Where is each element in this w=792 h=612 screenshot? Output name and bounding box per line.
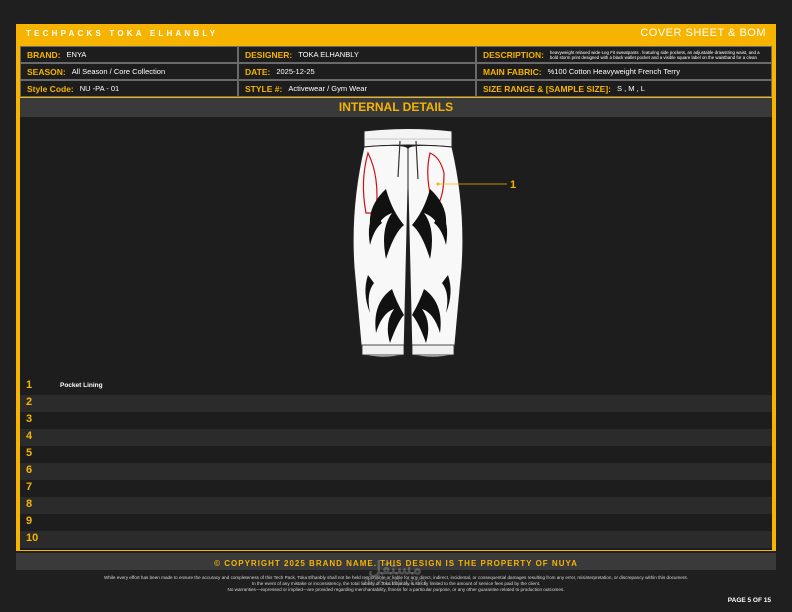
sketch-canvas: 1 <box>20 117 772 376</box>
description-label: DESCRIPTION: <box>483 49 544 60</box>
top-bar: TECHPACKS TOKA ELHANBLY COVER SHEET & BO… <box>16 24 776 44</box>
size-range-cell: SIZE RANGE & [SAMPLE SIZE]: S , M , L <box>476 80 772 97</box>
watermark-url: mostaql.com <box>363 576 427 588</box>
list-item: 9 <box>20 514 772 531</box>
row-number: 1 <box>26 379 33 391</box>
style-code-cell: Style Code: NU -PA - 01 <box>20 80 238 97</box>
list-item: 7 <box>20 480 772 497</box>
season-value: All Season / Core Collection <box>71 67 166 76</box>
style-number-value: Activewear / Gym Wear <box>288 84 367 93</box>
size-range-value: S , M , L <box>616 84 645 93</box>
details-list: 1 Pocket Lining 2 3 4 5 6 7 8 9 10 <box>20 376 772 550</box>
fabric-value: %100 Cotton Heavyweight French Terry <box>547 67 680 76</box>
fabric-cell: MAIN FABRIC: %100 Cotton Heavyweight Fre… <box>476 63 772 80</box>
date-cell: DATE: 2025-12-25 <box>238 63 476 80</box>
style-number-cell: STYLE #: Activewear / Gym Wear <box>238 80 476 97</box>
list-item: 3 <box>20 412 772 429</box>
techpack-title: TECHPACKS TOKA ELHANBLY <box>26 29 219 38</box>
style-number-label: STYLE #: <box>245 83 283 94</box>
style-code-label: Style Code: <box>27 83 74 94</box>
techpack-frame: TECHPACKS TOKA ELHANBLY COVER SHEET & BO… <box>16 24 776 551</box>
designer-cell: DESIGNER: TOKA ELHANBLY <box>238 46 476 63</box>
row-number: 6 <box>26 464 33 476</box>
date-label: DATE: <box>245 66 271 77</box>
list-item: 5 <box>20 446 772 463</box>
pants-outline <box>352 128 464 358</box>
row-number: 2 <box>26 396 33 408</box>
row-number: 7 <box>26 481 33 493</box>
fabric-label: MAIN FABRIC: <box>483 66 542 77</box>
date-value: 2025-12-25 <box>276 67 315 76</box>
size-range-label: SIZE RANGE & [SAMPLE SIZE]: <box>483 83 611 94</box>
row-number: 5 <box>26 447 33 459</box>
style-code-value: NU -PA - 01 <box>79 84 120 93</box>
page-number: PAGE 5 OF 15 <box>727 597 771 604</box>
row-number: 8 <box>26 498 33 510</box>
section-title: INTERNAL DETAILS <box>338 100 454 114</box>
row-text: Pocket Lining <box>60 382 103 389</box>
description-cell: DESCRIPTION: heavyweight relaxed wide-Le… <box>476 46 772 63</box>
info-grid: BRAND: ENYA DESIGNER: TOKA ELHANBLY DESC… <box>20 46 772 98</box>
callout-number: 1 <box>510 179 516 191</box>
season-label: SEASON: <box>27 66 66 77</box>
list-item: 6 <box>20 463 772 480</box>
brand-label: BRAND: <box>27 49 61 60</box>
list-item: 2 <box>20 395 772 412</box>
season-cell: SEASON: All Season / Core Collection <box>20 63 238 80</box>
list-item: 4 <box>20 429 772 446</box>
brand-value: ENYA <box>66 50 87 59</box>
row-number: 4 <box>26 430 33 442</box>
description-value: heavyweight relaxed wide-Leg Fit sweatpa… <box>549 49 760 60</box>
list-item: 10 <box>20 531 772 548</box>
watermark: مستقل mostaql.com <box>340 558 450 588</box>
list-item: 1 Pocket Lining <box>20 378 772 395</box>
pants-flat-sketch: 1 <box>352 128 516 358</box>
row-number: 10 <box>26 532 39 544</box>
list-item: 8 <box>20 497 772 514</box>
row-number: 9 <box>26 515 33 527</box>
designer-label: DESIGNER: <box>245 49 293 60</box>
designer-value: TOKA ELHANBLY <box>298 50 359 59</box>
brand-cell: BRAND: ENYA <box>20 46 238 63</box>
row-number: 3 <box>26 413 33 425</box>
internal-details-header: INTERNAL DETAILS <box>20 98 772 117</box>
sheet-title: COVER SHEET & BOM <box>640 27 766 39</box>
